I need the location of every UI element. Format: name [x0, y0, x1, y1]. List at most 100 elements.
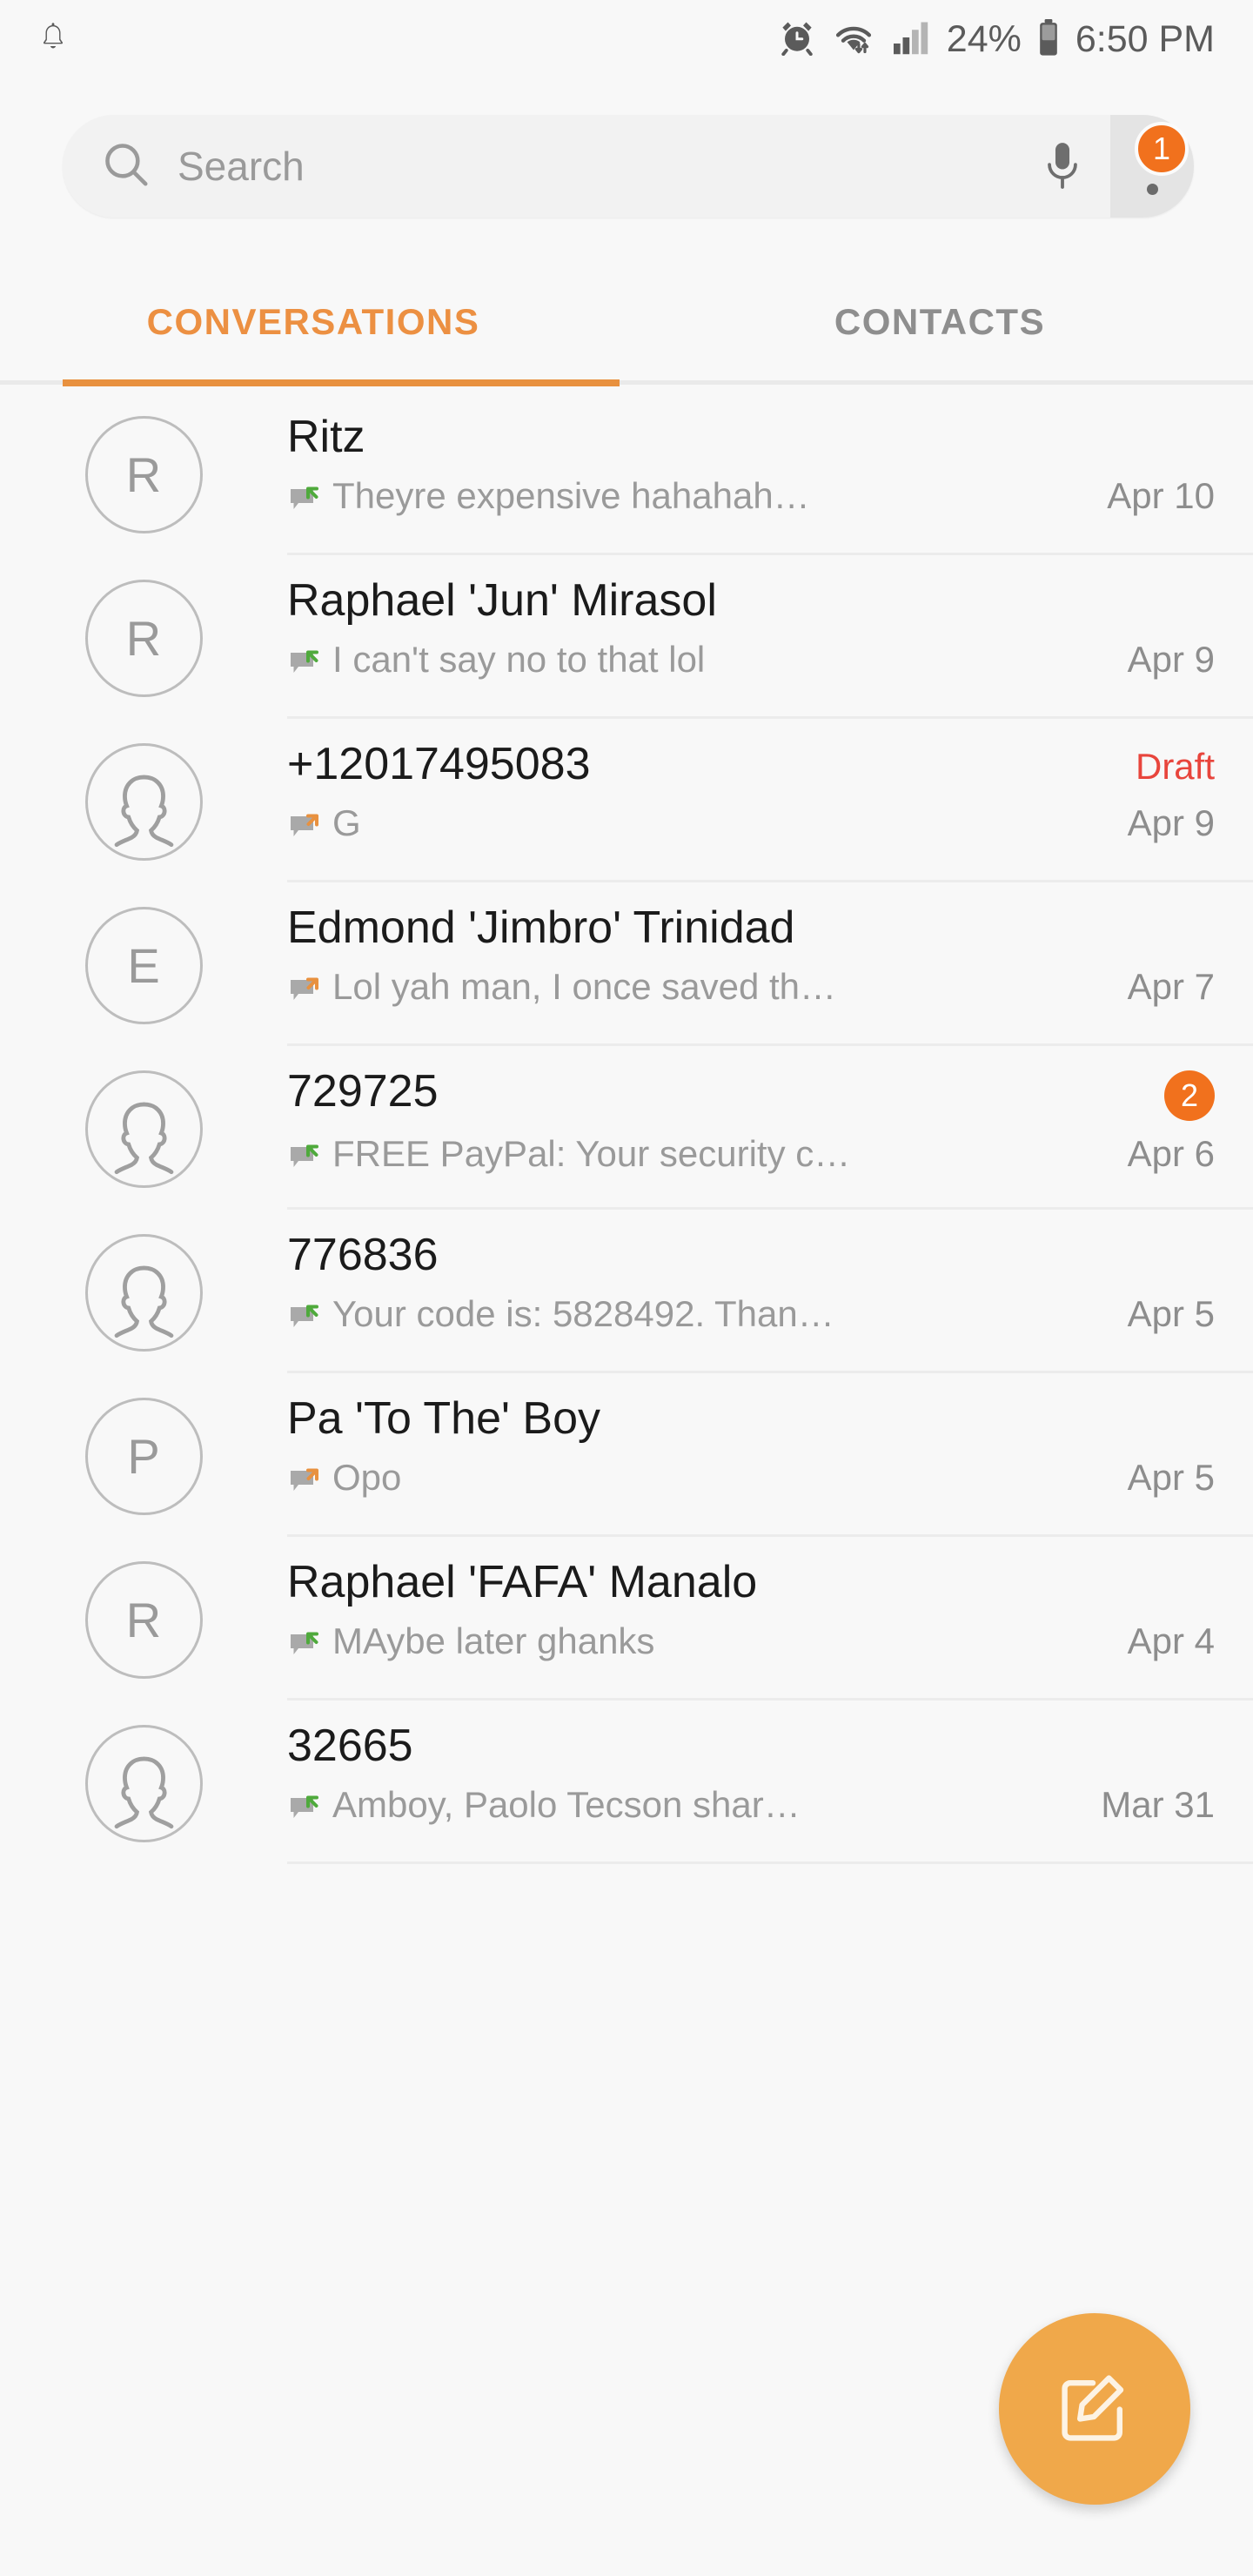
message-incoming-icon: [287, 477, 325, 515]
message-date: Apr 6: [1127, 1133, 1215, 1174]
message-date: Apr 5: [1127, 1293, 1215, 1334]
search-input[interactable]: [178, 143, 1015, 190]
conversation-name: Raphael 'Jun' Mirasol: [287, 575, 717, 626]
avatar-cell: [0, 1210, 287, 1352]
conversation-preview-line: Theyre expensive hahahah… Apr 10: [287, 475, 1215, 517]
unread-badge: 2: [1164, 1070, 1215, 1121]
conversation-preview-line: G Apr 9: [287, 802, 1215, 844]
avatar-initial: R: [125, 610, 162, 666]
avatar[interactable]: E: [84, 907, 203, 1024]
conversation-header-line: 729725 2: [287, 1065, 1215, 1121]
message-incoming-icon: [287, 641, 325, 679]
message-incoming-icon: [287, 1622, 325, 1660]
tab-active-indicator: [63, 379, 620, 386]
message-snippet: I can't say no to that lol: [332, 639, 706, 680]
overflow-menu-badge: 1: [1135, 122, 1189, 176]
tab-bar: CONVERSATIONS CONTACTS: [0, 261, 1253, 387]
message-date: Apr 4: [1127, 1620, 1215, 1661]
search-icon: [101, 139, 151, 194]
conversation-name: Ritz: [287, 412, 365, 462]
avatar[interactable]: R: [84, 580, 203, 697]
avatar-cell: R: [0, 1537, 287, 1679]
conversation-name: Pa 'To The' Boy: [287, 1393, 600, 1444]
conversation-content: Edmond 'Jimbro' Trinidad Lol yah man, I …: [287, 882, 1253, 1008]
conversation-row[interactable]: 729725 2 FREE PayPal: Your security c… A…: [0, 1046, 1253, 1210]
conversation-row[interactable]: 776836 Your code is: 5828492. Than… Apr …: [0, 1210, 1253, 1373]
conversation-header-line: Raphael 'Jun' Mirasol: [287, 574, 1215, 627]
conversation-preview-line: Your code is: 5828492. Than… Apr 5: [287, 1293, 1215, 1335]
message-snippet: G: [332, 802, 361, 843]
conversation-preview-line: Opo Apr 5: [287, 1457, 1215, 1499]
conversation-row[interactable]: R Raphael 'Jun' Mirasol I can't say no t…: [0, 555, 1253, 719]
conversation-name: +12017495083: [287, 739, 591, 789]
message-outgoing-icon: [287, 804, 325, 842]
avatar-initial: R: [125, 1592, 162, 1647]
battery-icon: [1036, 18, 1061, 61]
person-placeholder-icon: [114, 1756, 173, 1829]
avatar[interactable]: [84, 1070, 203, 1188]
message-date: Apr 9: [1127, 802, 1215, 843]
avatar-cell: E: [0, 882, 287, 1024]
avatar[interactable]: [84, 1234, 203, 1352]
conversation-name: Edmond 'Jimbro' Trinidad: [287, 902, 795, 953]
overflow-menu-button[interactable]: 1: [1110, 115, 1194, 218]
conversation-header-line: Edmond 'Jimbro' Trinidad: [287, 902, 1215, 954]
conversation-row[interactable]: +12017495083 Draft G Apr 9: [0, 719, 1253, 882]
messages-app-screen: 24% 6:50 PM Search 1 CONVERSATIONS CONTA…: [0, 0, 1253, 2576]
conversation-row[interactable]: E Edmond 'Jimbro' Trinidad Lol yah man, …: [0, 882, 1253, 1046]
conversation-content: Ritz Theyre expensive hahahah… Apr 10: [287, 392, 1253, 517]
conversation-name: Raphael 'FAFA' Manalo: [287, 1557, 758, 1607]
avatar-cell: P: [0, 1373, 287, 1515]
avatar[interactable]: [84, 743, 203, 861]
search-bar[interactable]: 1: [63, 115, 1194, 218]
conversation-header-line: Raphael 'FAFA' Manalo: [287, 1556, 1215, 1608]
microphone-icon: [1041, 140, 1084, 193]
message-incoming-icon: [287, 1135, 325, 1173]
conversation-row[interactable]: R Raphael 'FAFA' Manalo MAybe later ghan…: [0, 1537, 1253, 1701]
voice-search-button[interactable]: [1015, 115, 1110, 218]
avatar[interactable]: [84, 1725, 203, 1842]
message-date: Apr 10: [1107, 475, 1215, 516]
message-snippet: Theyre expensive hahahah…: [332, 475, 810, 516]
avatar[interactable]: R: [84, 416, 203, 533]
conversation-content: 776836 Your code is: 5828492. Than… Apr …: [287, 1210, 1253, 1335]
tab-contacts[interactable]: CONTACTS: [626, 261, 1253, 383]
message-incoming-icon: [287, 1786, 325, 1824]
conversation-content: 729725 2 FREE PayPal: Your security c… A…: [287, 1046, 1253, 1175]
message-outgoing-icon: [287, 968, 325, 1006]
conversation-header-line: 32665: [287, 1720, 1215, 1772]
person-placeholder-icon: [114, 775, 173, 848]
person-placeholder-icon: [114, 1102, 173, 1175]
conversation-row[interactable]: P Pa 'To The' Boy Opo Apr 5: [0, 1373, 1253, 1537]
status-bar-left: [38, 21, 68, 58]
conversation-preview-line: FREE PayPal: Your security c… Apr 6: [287, 1133, 1215, 1175]
conversation-content: 32665 Amboy, Paolo Tecson shar… Mar 31: [287, 1701, 1253, 1826]
conversation-preview-line: Lol yah man, I once saved th… Apr 7: [287, 966, 1215, 1008]
bell-icon: [38, 21, 68, 58]
message-snippet: Lol yah man, I once saved th…: [332, 966, 836, 1007]
status-bar-right: 24% 6:50 PM: [779, 18, 1215, 61]
conversation-content: +12017495083 Draft G Apr 9: [287, 719, 1253, 844]
conversation-header-line: Ritz: [287, 411, 1215, 463]
compose-message-fab[interactable]: [999, 2313, 1190, 2505]
alarm-clock-icon: [779, 19, 815, 60]
avatar-cell: [0, 1046, 287, 1188]
conversation-content: Pa 'To The' Boy Opo Apr 5: [287, 1373, 1253, 1499]
row-divider: [287, 1862, 1253, 1864]
conversation-list[interactable]: R Ritz Theyre expensive hahahah… Apr 10 …: [0, 392, 1253, 2576]
cellular-signal-icon: [892, 19, 932, 60]
avatar[interactable]: P: [84, 1398, 203, 1515]
conversation-name: 32665: [287, 1721, 413, 1771]
message-date: Apr 5: [1127, 1457, 1215, 1498]
status-bar: 24% 6:50 PM: [0, 0, 1253, 78]
search-bar-container: 1: [63, 115, 1194, 218]
avatar-initial: P: [127, 1428, 160, 1484]
message-outgoing-icon: [287, 1459, 325, 1497]
conversation-content: Raphael 'FAFA' Manalo MAybe later ghanks…: [287, 1537, 1253, 1662]
tab-conversations[interactable]: CONVERSATIONS: [0, 261, 626, 383]
avatar[interactable]: R: [84, 1561, 203, 1679]
message-date: Apr 9: [1127, 639, 1215, 680]
conversation-row[interactable]: R Ritz Theyre expensive hahahah… Apr 10: [0, 392, 1253, 555]
conversation-row[interactable]: 32665 Amboy, Paolo Tecson shar… Mar 31: [0, 1701, 1253, 1864]
person-placeholder-icon: [114, 1265, 173, 1338]
